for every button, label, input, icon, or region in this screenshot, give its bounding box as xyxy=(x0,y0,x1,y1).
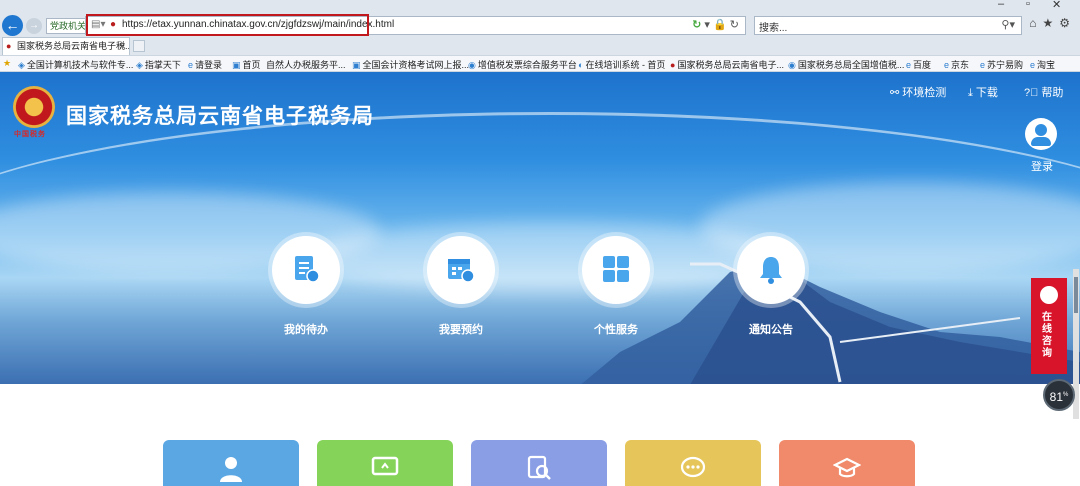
logo-text: 中国税务 xyxy=(14,131,46,138)
feature-my-todo[interactable]: 我的待办 xyxy=(266,236,346,337)
env-check-link[interactable]: ⚯ 环境检测 xyxy=(890,84,946,100)
service-card[interactable] xyxy=(471,440,607,486)
document-search-icon xyxy=(527,455,551,480)
feature-personal-service[interactable]: 个性服务 xyxy=(576,236,656,337)
browser-tab[interactable]: ● 国家税务总局云南省电子税... ✕ xyxy=(2,37,130,55)
minimize-icon[interactable]: – xyxy=(998,0,1004,10)
login-link[interactable]: 登录 xyxy=(1031,158,1053,174)
chat-bubble-icon xyxy=(680,456,706,478)
feature-label[interactable]: 我要预约 xyxy=(421,321,501,337)
new-tab-button[interactable] xyxy=(133,40,145,52)
feature-appointment[interactable]: 我要预约 xyxy=(421,236,501,337)
back-button[interactable]: ← xyxy=(2,15,23,36)
help-link[interactable]: ?⃝ 帮助 xyxy=(1024,84,1063,100)
monitor-icon xyxy=(371,456,399,476)
favorites-star-icon[interactable]: ★ xyxy=(3,58,13,69)
maximize-icon[interactable]: ▫ xyxy=(1026,0,1030,10)
favorite-item[interactable]: ◉ 国家税务总局全国增值税... xyxy=(788,58,904,71)
feature-label[interactable]: 我的待办 xyxy=(266,321,346,337)
window-controls: – ▫ ✕ xyxy=(990,0,1080,12)
zoom-indicator[interactable]: 81% xyxy=(1043,379,1075,411)
service-card[interactable] xyxy=(163,440,299,486)
compat-badge[interactable]: 党政机关 xyxy=(46,18,91,34)
url-highlight-box xyxy=(86,14,369,36)
feature-label[interactable]: 通知公告 xyxy=(731,321,811,337)
favorites-bar: ★ ◈ 全国计算机技术与软件专... ◈ 指掌天下 e 请登录 ▣ 首页 自然人办税服务… xyxy=(0,55,1080,72)
user-icon xyxy=(220,457,242,482)
feature-circle[interactable] xyxy=(582,236,650,304)
page-content: 中国税务 国家税务总局云南省电子税务局 ⚯ 环境检测 ⤓ 下载 ?⃝ 帮助 登录 我的… xyxy=(0,72,1080,486)
download-link[interactable]: ⤓ 下载 xyxy=(968,84,998,100)
lock-icon[interactable]: 🔒 xyxy=(713,19,727,31)
tax-emblem-logo[interactable] xyxy=(13,86,55,128)
favorite-item[interactable]: e 请登录 xyxy=(188,58,222,71)
address-tools[interactable]: ↻ ▾ 🔒 ↻ xyxy=(692,18,739,31)
favorite-item[interactable]: 自然人办税服务平... xyxy=(266,58,346,71)
service-card[interactable] xyxy=(779,440,915,486)
service-card[interactable] xyxy=(625,440,761,486)
favorite-item[interactable]: ◈ 全国计算机技术与软件专... xyxy=(18,58,133,71)
service-card[interactable] xyxy=(317,440,453,486)
feature-notice[interactable]: 通知公告 xyxy=(731,236,811,337)
forward-button[interactable]: → xyxy=(26,18,42,34)
scrollbar-thumb[interactable] xyxy=(1074,277,1078,313)
feature-circle[interactable] xyxy=(427,236,495,304)
favorites-star-icon[interactable]: ★ xyxy=(1042,16,1059,30)
search-placeholder: 搜索... xyxy=(759,23,788,34)
refresh-compat-icon[interactable]: ↻ xyxy=(692,19,701,31)
favorite-item[interactable]: ● 国家税务总局云南省电子... xyxy=(670,58,784,71)
tab-close-icon[interactable]: ✕ xyxy=(118,38,126,54)
download-icon: ⤓ xyxy=(968,87,973,99)
settings-gear-icon[interactable]: ⚙ xyxy=(1059,16,1076,30)
tab-favicon-icon: ● xyxy=(6,41,12,51)
search-icon[interactable]: ⚲▾ xyxy=(1001,18,1015,31)
favorite-item[interactable]: ▣ 首页 xyxy=(232,58,261,71)
online-consult-button[interactable]: 在线咨询 xyxy=(1031,278,1067,374)
consult-label: 在线咨询 xyxy=(1042,312,1052,359)
help-icon: ?⃝ xyxy=(1024,87,1039,99)
favorite-item[interactable]: ▣ 全国会计资格考试网上报... xyxy=(352,58,469,71)
feature-label[interactable]: 个性服务 xyxy=(576,321,656,337)
reload-icon[interactable]: ↻ xyxy=(730,19,739,31)
close-window-icon[interactable]: ✕ xyxy=(1052,0,1061,11)
favorite-item[interactable]: ◉ 增值税发票综合服务平台 xyxy=(468,58,577,71)
graduation-cap-icon xyxy=(833,457,861,478)
todo-list-icon xyxy=(295,256,320,283)
tab-title: 国家税务总局云南省电子税... xyxy=(17,41,130,51)
user-avatar-icon[interactable] xyxy=(1025,118,1057,150)
search-input[interactable]: 搜索... ⚲▾ xyxy=(754,16,1022,35)
site-title[interactable]: 国家税务总局云南省电子税务局 xyxy=(66,100,374,130)
home-icon[interactable]: ⌂ xyxy=(1029,16,1042,30)
favorite-item[interactable]: ◐ 在线培训系统 - 首页 xyxy=(578,58,665,71)
favorite-item[interactable]: e 淘宝 xyxy=(1030,58,1055,71)
grid-icon xyxy=(603,256,629,282)
favorite-item[interactable]: ◈ 指掌天下 xyxy=(136,58,181,71)
browser-toolbar-icons: ⌂★⚙ xyxy=(1029,16,1076,30)
address-row: ← → 党政机关 ▤▾ ● https://etax.yunnan.chinat… xyxy=(0,14,1080,36)
browser-chrome: – ▫ ✕ ← → 党政机关 ▤▾ ● https://etax.yunnan.… xyxy=(0,0,1080,72)
env-check-icon: ⚯ xyxy=(890,87,900,99)
bell-icon xyxy=(760,257,782,284)
feature-circle[interactable] xyxy=(272,236,340,304)
favorite-item[interactable]: e 苏宁易购 xyxy=(980,58,1023,71)
calendar-clock-icon xyxy=(448,259,475,283)
favorite-item[interactable]: e 京东 xyxy=(944,58,969,71)
favorite-item[interactable]: e 百度 xyxy=(906,58,931,71)
hero-banner: 中国税务 国家税务总局云南省电子税务局 ⚯ 环境检测 ⤓ 下载 ?⃝ 帮助 登录 我的… xyxy=(0,72,1080,384)
tab-row: ● 国家税务总局云南省电子税... ✕ xyxy=(0,37,1080,55)
customer-service-icon xyxy=(1040,286,1058,304)
feature-circle[interactable] xyxy=(737,236,805,304)
